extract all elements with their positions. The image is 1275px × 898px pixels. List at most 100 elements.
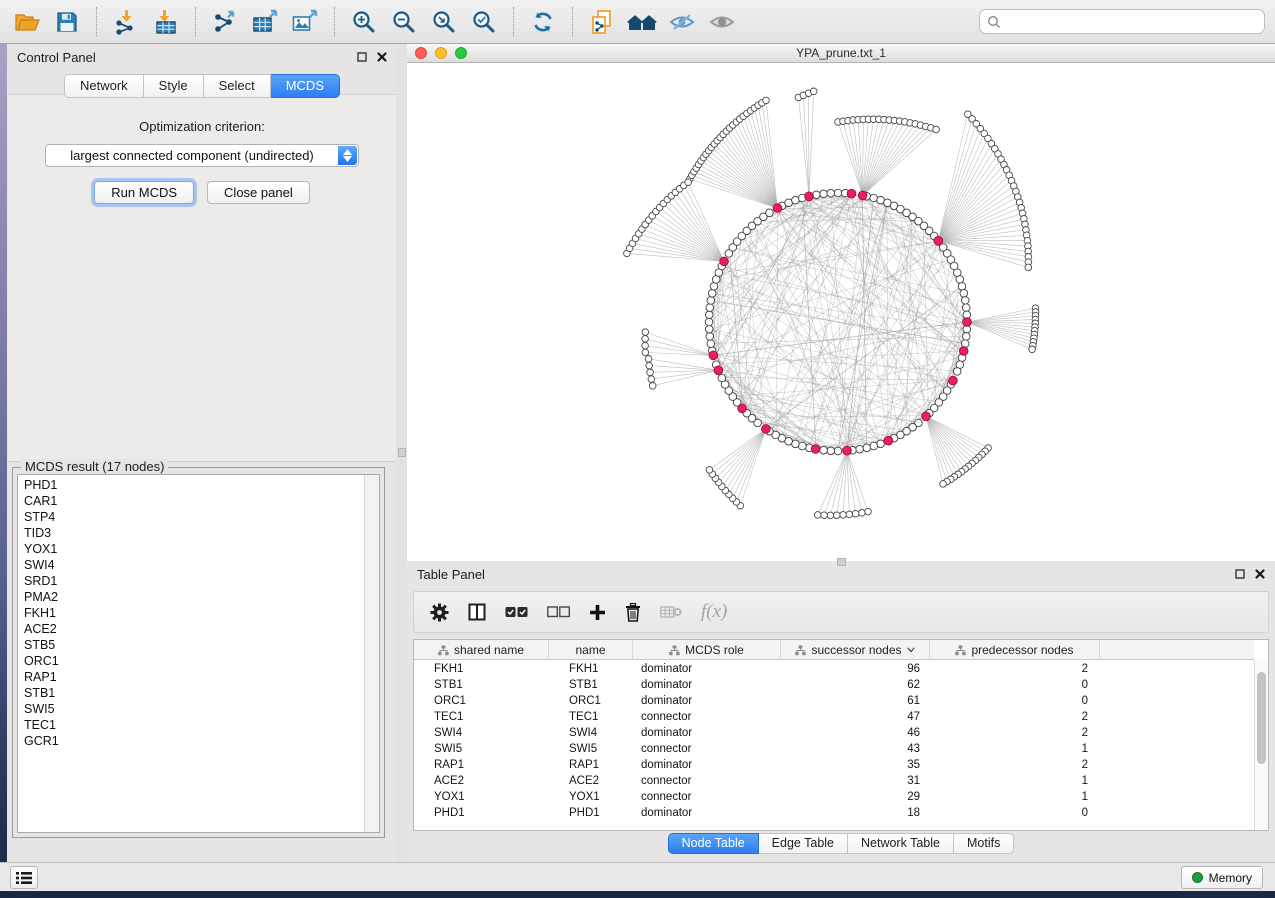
network-node[interactable] bbox=[846, 511, 853, 518]
table-row[interactable]: SWI5SWI5connector431 bbox=[414, 741, 1254, 757]
mcds-network-node[interactable] bbox=[847, 189, 856, 198]
network-node[interactable] bbox=[642, 329, 649, 336]
network-node[interactable] bbox=[820, 446, 828, 454]
mcds-result-item[interactable]: YOX1 bbox=[18, 541, 363, 557]
network-node[interactable] bbox=[953, 368, 961, 376]
mcds-result-item[interactable]: ACE2 bbox=[18, 621, 363, 637]
mcds-network-node[interactable] bbox=[811, 445, 820, 454]
mcds-result-item[interactable]: FKH1 bbox=[18, 605, 363, 621]
network-node[interactable] bbox=[865, 508, 872, 515]
mcds-network-node[interactable] bbox=[959, 347, 968, 356]
float-icon[interactable] bbox=[357, 52, 367, 62]
network-node[interactable] bbox=[810, 88, 817, 95]
network-node[interactable] bbox=[827, 512, 834, 519]
mcds-network-node[interactable] bbox=[922, 412, 931, 421]
mcds-result-list[interactable]: PHD1CAR1STP4TID3YOX1SWI4SRD1PMA2FKH1ACE2… bbox=[17, 474, 380, 833]
network-node[interactable] bbox=[1029, 346, 1036, 353]
network-node[interactable] bbox=[685, 179, 692, 186]
network-node[interactable] bbox=[718, 374, 726, 382]
network-node[interactable] bbox=[833, 512, 840, 519]
hide-selected-icon[interactable] bbox=[665, 6, 699, 38]
network-node[interactable] bbox=[647, 369, 654, 376]
zoom-out-icon[interactable] bbox=[387, 6, 421, 38]
export-image-icon[interactable] bbox=[288, 6, 322, 38]
table-row[interactable]: ACE2ACE2connector311 bbox=[414, 773, 1254, 789]
delete-column-icon[interactable] bbox=[625, 603, 641, 622]
mcds-result-item[interactable]: SWI5 bbox=[18, 701, 363, 717]
network-node[interactable] bbox=[840, 512, 847, 519]
network-node[interactable] bbox=[649, 383, 656, 390]
close-panel-button[interactable]: Close panel bbox=[207, 181, 310, 204]
table-scrollbar[interactable] bbox=[1254, 660, 1268, 830]
network-node[interactable] bbox=[648, 376, 655, 383]
zoom-selected-icon[interactable] bbox=[467, 6, 501, 38]
network-node[interactable] bbox=[645, 356, 652, 363]
network-node[interactable] bbox=[708, 290, 716, 298]
zoom-fit-icon[interactable] bbox=[427, 6, 461, 38]
deselect-all-checkboxes-icon[interactable] bbox=[547, 606, 570, 618]
table-row[interactable]: PHD1PHD1dominator180 bbox=[414, 805, 1254, 821]
float-icon[interactable] bbox=[1235, 569, 1245, 579]
network-node[interactable] bbox=[940, 481, 947, 488]
network-node[interactable] bbox=[705, 325, 713, 333]
network-node[interactable] bbox=[814, 512, 821, 519]
mcds-result-item[interactable]: GCR1 bbox=[18, 733, 363, 749]
column-header-successor-nodes[interactable]: successor nodes bbox=[781, 640, 930, 660]
tab-style[interactable]: Style bbox=[144, 74, 204, 98]
mcds-network-node[interactable] bbox=[843, 446, 852, 455]
import-table-icon[interactable] bbox=[149, 6, 183, 38]
network-node[interactable] bbox=[705, 311, 713, 319]
table-row[interactable]: SWI4SWI4dominator462 bbox=[414, 725, 1254, 741]
network-node[interactable] bbox=[1025, 264, 1032, 271]
network-node[interactable] bbox=[962, 304, 970, 312]
column-chooser-icon[interactable] bbox=[468, 603, 486, 621]
mcds-result-item[interactable]: PMA2 bbox=[18, 589, 363, 605]
network-node[interactable] bbox=[707, 297, 715, 305]
export-table-icon[interactable] bbox=[248, 6, 282, 38]
table-row[interactable]: TEC1TEC1connector472 bbox=[414, 709, 1254, 725]
network-node[interactable] bbox=[642, 349, 649, 356]
network-node[interactable] bbox=[962, 333, 970, 341]
column-header-predecessor-nodes[interactable]: predecessor nodes bbox=[930, 640, 1100, 660]
tab-mcds[interactable]: MCDS bbox=[271, 74, 340, 98]
mcds-network-node[interactable] bbox=[949, 376, 958, 385]
search-input[interactable] bbox=[1006, 15, 1257, 29]
network-node[interactable] bbox=[706, 333, 714, 341]
network-node[interactable] bbox=[705, 318, 713, 326]
mcds-result-item[interactable]: ORC1 bbox=[18, 653, 363, 669]
network-node[interactable] bbox=[856, 445, 864, 453]
network-node[interactable] bbox=[821, 512, 828, 519]
add-column-icon[interactable] bbox=[589, 604, 606, 621]
column-header-shared-name[interactable]: shared name bbox=[414, 640, 549, 660]
criterion-select[interactable]: largest connected component (undirected) bbox=[45, 144, 359, 167]
network-node[interactable] bbox=[834, 189, 842, 197]
scrollbar-thumb[interactable] bbox=[1257, 672, 1266, 764]
tab-node-table[interactable]: Node Table bbox=[668, 833, 759, 854]
mcds-result-item[interactable]: RAP1 bbox=[18, 669, 363, 685]
mcds-result-item[interactable]: TID3 bbox=[18, 525, 363, 541]
network-node[interactable] bbox=[706, 467, 713, 474]
network-node[interactable] bbox=[863, 444, 871, 452]
mcds-list-scrollbar[interactable] bbox=[364, 475, 379, 832]
search-box[interactable] bbox=[979, 9, 1265, 34]
select-all-checkboxes-icon[interactable] bbox=[505, 606, 528, 618]
network-node[interactable] bbox=[820, 190, 828, 198]
tab-motifs[interactable]: Motifs bbox=[954, 833, 1014, 854]
network-node[interactable] bbox=[870, 442, 878, 450]
column-header-mcds-role[interactable]: MCDS role bbox=[633, 640, 781, 660]
mcds-network-node[interactable] bbox=[738, 404, 747, 413]
new-network-from-selection-icon[interactable] bbox=[585, 6, 619, 38]
table-row[interactable]: STB1STB1dominator620 bbox=[414, 677, 1254, 693]
network-titlebar[interactable]: YPA_prune.txt_1 bbox=[407, 44, 1275, 63]
mcds-network-node[interactable] bbox=[762, 425, 771, 434]
network-node[interactable] bbox=[642, 342, 649, 349]
table-row[interactable]: ORC1ORC1dominator610 bbox=[414, 693, 1254, 709]
mcds-result-item[interactable]: PHD1 bbox=[18, 477, 363, 493]
mcds-result-item[interactable]: STB1 bbox=[18, 685, 363, 701]
mcds-result-item[interactable]: SWI4 bbox=[18, 557, 363, 573]
network-node[interactable] bbox=[646, 362, 653, 369]
network-node[interactable] bbox=[813, 191, 821, 199]
mcds-network-node[interactable] bbox=[858, 191, 867, 200]
close-icon[interactable] bbox=[1255, 569, 1265, 579]
network-node[interactable] bbox=[961, 340, 969, 348]
